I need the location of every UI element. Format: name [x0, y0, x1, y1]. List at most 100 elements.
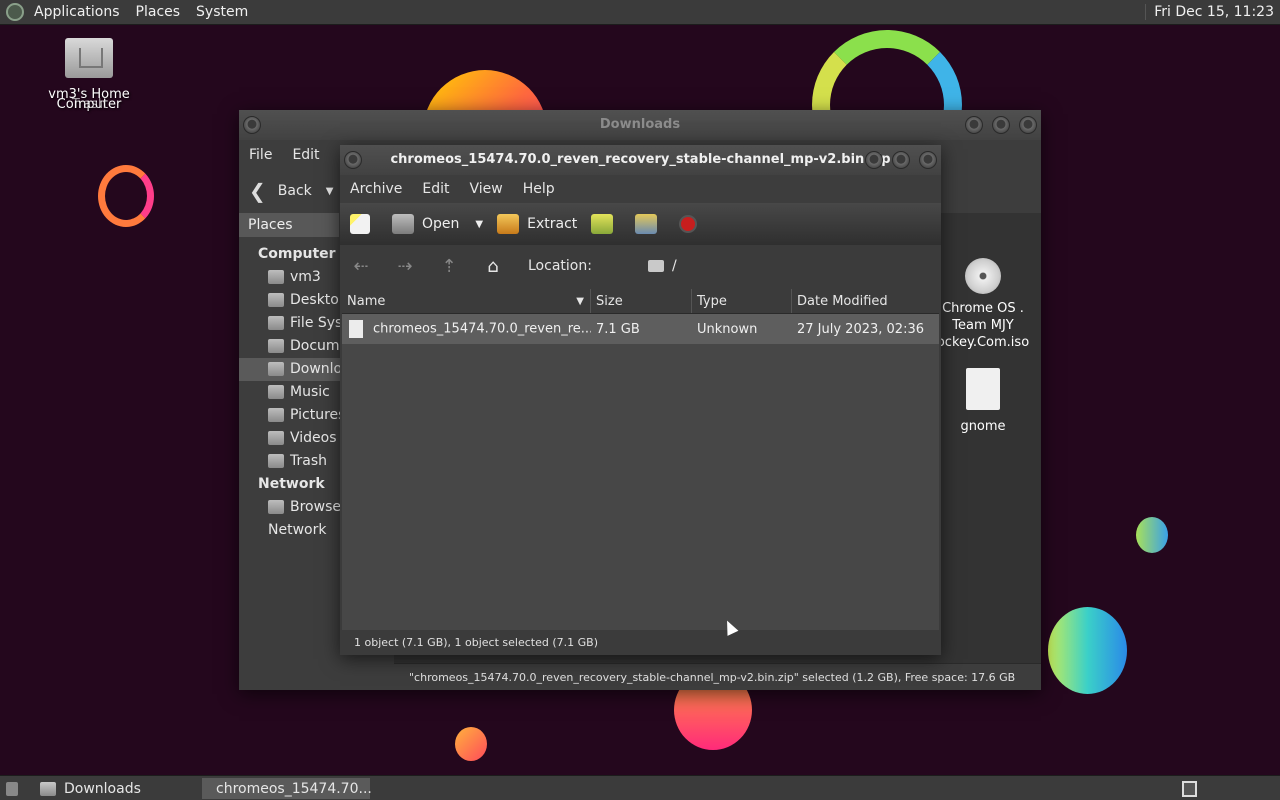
location-label: Location: [528, 258, 592, 274]
back-label: Back [277, 183, 312, 199]
add-folder-button[interactable] [635, 214, 665, 234]
archive-menubar: Archive Edit View Help [340, 175, 941, 203]
stop-button[interactable] [679, 215, 705, 233]
show-desktop-icon [6, 781, 18, 796]
open-label: Open [422, 216, 460, 232]
sidebar-item-label: Pictures [290, 407, 346, 423]
extract-button[interactable]: Extract [497, 214, 577, 234]
folder-icon [40, 781, 56, 796]
menu-edit[interactable]: Edit [282, 147, 329, 163]
cell-type: Unknown [697, 321, 758, 337]
task-label: Downloads [64, 780, 141, 797]
distro-logo-icon[interactable] [6, 3, 24, 21]
minimize-button[interactable] [865, 151, 883, 169]
places-header[interactable]: Places [239, 213, 339, 237]
new-archive-button[interactable] [350, 214, 378, 234]
extract-label: Extract [527, 216, 578, 232]
location-path[interactable]: / [647, 258, 677, 274]
cell-date: 27 July 2023, 02:36 [797, 321, 924, 337]
archive-titlebar[interactable]: chromeos_15474.70.0_reven_recovery_stabl… [340, 145, 941, 175]
wallpaper-ball [455, 727, 487, 761]
wallpaper-ball [1136, 517, 1168, 553]
document-icon [966, 368, 1000, 410]
maximize-button[interactable] [992, 116, 1010, 134]
file-icon [349, 320, 363, 338]
close-button[interactable] [1019, 116, 1037, 134]
up-arrow-icon[interactable]: ⇡ [438, 256, 460, 277]
desktop-icon-label: vm3's Home Computer Trash [48, 88, 130, 111]
trash-icon [268, 454, 284, 468]
menu-view[interactable]: View [460, 181, 513, 197]
workspace-icon [1182, 780, 1197, 797]
home-icon [268, 270, 284, 284]
location-path-text: / [671, 258, 677, 274]
menu-archive[interactable]: Archive [340, 181, 412, 197]
open-dropdown-icon[interactable]: ▼ [475, 219, 483, 230]
sidebar-item-label: Trash [290, 453, 327, 469]
home-folder-icon [65, 38, 113, 78]
row-name: chromeos_15474.70.0_reven_re... [373, 321, 591, 337]
menu-applications[interactable]: Applications [26, 4, 128, 20]
add-files-button[interactable] [591, 214, 621, 234]
downloads-titlebar[interactable]: Downloads [239, 110, 1041, 140]
back-arrow-icon: ❮ [249, 179, 266, 203]
column-type[interactable]: Type [692, 289, 792, 313]
add-files-icon [591, 214, 614, 234]
desktop-icon-home[interactable]: vm3's Home Computer Trash [48, 38, 130, 111]
show-desktop-button[interactable] [0, 778, 26, 799]
drive-icon [268, 316, 284, 330]
clock[interactable]: Fri Dec 15, 11:23 [1145, 4, 1274, 20]
open-folder-icon [392, 214, 414, 234]
menu-edit[interactable]: Edit [412, 181, 459, 197]
maximize-button[interactable] [892, 151, 910, 169]
menu-system[interactable]: System [188, 4, 256, 20]
home-icon[interactable]: ⌂ [482, 256, 504, 277]
list-header: Name ▼ Size Type Date Modified [342, 289, 939, 314]
table-row[interactable]: chromeos_15474.70.0_reven_re... 7.1 GB U… [342, 314, 939, 344]
column-label: Name [347, 294, 386, 309]
menu-places[interactable]: Places [128, 4, 189, 20]
sidebar-item-label: Videos [290, 430, 337, 446]
trash-label: Trash [71, 97, 107, 112]
back-arrow-icon[interactable]: ⇠ [350, 256, 372, 277]
cell-name: chromeos_15474.70.0_reven_re... [342, 320, 591, 338]
disc-icon [965, 258, 1001, 294]
minimize-button[interactable] [965, 116, 983, 134]
new-archive-icon [350, 214, 370, 234]
workspace-switcher[interactable] [1182, 778, 1200, 799]
open-button[interactable]: Open ▼ [392, 214, 483, 234]
close-button[interactable] [919, 151, 937, 169]
archive-toolbar: Open ▼ Extract [340, 203, 941, 245]
downloads-folder-icon [268, 362, 284, 376]
column-size[interactable]: Size [591, 289, 692, 313]
folder-icon [647, 260, 664, 272]
sidebar-item-label: vm3 [290, 269, 321, 285]
file-item-gnome[interactable]: gnome [928, 368, 1038, 435]
task-archive[interactable]: chromeos_15474.70... [202, 778, 372, 799]
column-date-modified[interactable]: Date Modified [792, 289, 939, 313]
file-label: Chrome OS . Team MJY ockey.Com.iso [936, 301, 1030, 350]
window-menu-button[interactable] [344, 151, 362, 169]
extract-icon [497, 214, 520, 234]
archive-statusbar: 1 object (7.1 GB), 1 object selected (7.… [340, 630, 941, 655]
archive-file-list[interactable]: Name ▼ Size Type Date Modified chromeos_1… [342, 289, 939, 630]
column-name[interactable]: Name ▼ [342, 289, 591, 313]
menu-file[interactable]: File [239, 147, 282, 163]
videos-folder-icon [268, 431, 284, 445]
back-dropdown-icon[interactable]: ▼ [326, 186, 334, 197]
forward-arrow-icon[interactable]: ⇢ [394, 256, 416, 277]
window-menu-button[interactable] [243, 116, 261, 134]
music-folder-icon [268, 385, 284, 399]
stop-icon [679, 215, 698, 233]
pictures-folder-icon [268, 408, 284, 422]
wallpaper-ring [98, 165, 154, 227]
back-button[interactable]: ❮ Back ▼ [249, 179, 333, 203]
file-item-iso[interactable]: Chrome OS . Team MJY ockey.Com.iso [928, 258, 1038, 351]
add-folder-icon [635, 214, 658, 234]
desktop-folder-icon [268, 293, 284, 307]
menu-help[interactable]: Help [513, 181, 565, 197]
sort-down-icon: ▼ [576, 296, 584, 307]
file-label: gnome [960, 419, 1006, 434]
task-downloads[interactable]: Downloads [34, 778, 198, 799]
network-icon [268, 500, 284, 514]
